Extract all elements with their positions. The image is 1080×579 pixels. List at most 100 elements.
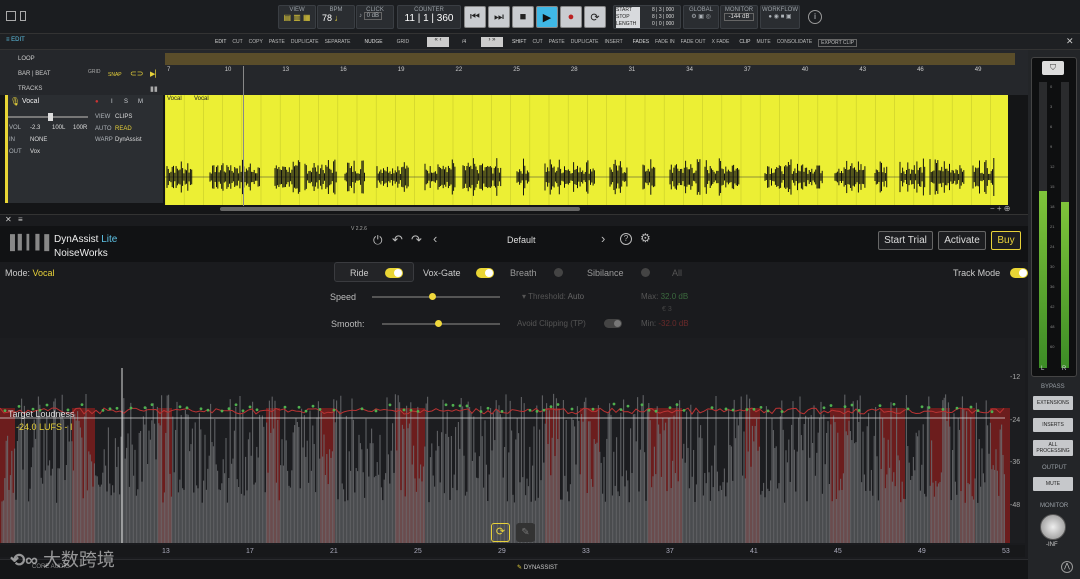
buy-button[interactable]: Buy — [991, 231, 1021, 250]
nudge-right-button[interactable]: › » — [481, 37, 503, 47]
shift-paste-item[interactable]: PASTE — [549, 39, 565, 47]
sync-button[interactable]: ⟳ — [491, 523, 510, 542]
close-edit-icon[interactable]: ✕ — [1066, 36, 1074, 47]
consolidate-item[interactable]: CONSOLIDATE — [777, 39, 812, 47]
out-value[interactable]: Vox — [30, 149, 40, 155]
prev-preset-icon[interactable]: ‹ — [433, 231, 437, 246]
inserts-button[interactable]: INSERTS — [1033, 418, 1073, 432]
sibilance-toggle[interactable] — [641, 268, 650, 277]
plugin-ruler[interactable] — [0, 545, 1025, 557]
plugin-close-icon[interactable]: ✕ — [5, 215, 12, 224]
track-mode-toggle[interactable] — [1010, 268, 1028, 278]
volume-fader[interactable] — [8, 113, 88, 121]
start-trial-button[interactable]: Start Trial — [878, 231, 933, 250]
cut-item[interactable]: CUT — [232, 39, 242, 45]
in-value[interactable]: NONE — [30, 137, 47, 143]
shift-insert-item[interactable]: INSERT — [604, 39, 622, 47]
shift-tools[interactable]: SHIFT CUT PASTE DUPLICATE INSERT FADES F… — [512, 39, 858, 47]
fade-in-item[interactable]: FADE IN — [655, 39, 674, 47]
tab-breath-label[interactable]: Breath — [510, 268, 537, 278]
record-button[interactable]: ● — [560, 6, 582, 28]
link-icon[interactable]: ⊂⊃ — [130, 69, 143, 78]
view-value[interactable]: CLIPS — [115, 114, 132, 120]
click-module[interactable]: CLICK ♪ 0 dB — [356, 5, 394, 29]
all-processing-button[interactable]: ALL PROCESSING — [1033, 440, 1073, 456]
track-header[interactable] — [5, 95, 163, 203]
auto-value[interactable]: READ — [115, 126, 132, 132]
mute-output-button[interactable]: MUTE — [1033, 477, 1073, 491]
tab-all-label[interactable]: All — [672, 268, 682, 278]
target-loudness-value[interactable]: -24.0 LUFS - I — [16, 422, 73, 432]
bar-ruler[interactable]: 7 10 13 16 19 22 25 28 31 34 37 40 43 46 49 — [165, 65, 1015, 83]
bpm-value[interactable]: 78 — [322, 13, 332, 23]
avoid-clipping-toggle[interactable] — [604, 319, 622, 328]
vol-value[interactable]: -2.3 — [30, 125, 40, 131]
threshold-control[interactable]: ▾ Threshold: Auto — [522, 292, 584, 301]
shift-duplicate-item[interactable]: DUPLICATE — [571, 39, 599, 47]
tracks-toggle[interactable]: ▮▮ — [150, 85, 158, 93]
input-button[interactable]: I — [111, 99, 113, 105]
monitor-module[interactable]: MONITOR -144 dB — [720, 5, 758, 29]
export-clip-item[interactable]: EXPORT CLIP — [818, 39, 858, 47]
vox-gate-toggle[interactable] — [476, 268, 494, 278]
undo-icon[interactable]: ↶ — [392, 232, 403, 248]
playhead[interactable] — [243, 66, 244, 206]
power-icon[interactable]: ⏻ — [373, 233, 383, 248]
x-fade-item[interactable]: X FADE — [712, 39, 730, 47]
tab-sibilance-label[interactable]: Sibilance — [587, 268, 624, 278]
help-icon[interactable]: ? — [620, 233, 632, 245]
workflow-module[interactable]: WORKFLOW ● ◉ ■ ▣ — [760, 5, 800, 29]
warp-value[interactable]: DynAssist — [115, 137, 142, 143]
view-module[interactable]: VIEW ▤ ▥ ▦ — [278, 5, 316, 29]
ride-toggle[interactable] — [385, 268, 403, 278]
next-preset-icon[interactable]: › — [601, 231, 605, 246]
pencil-button[interactable]: ✎ — [516, 523, 535, 542]
edit-tools[interactable]: EDIT CUT COPY PASTE DUPLICATE SEPARATE N… — [215, 39, 409, 45]
info-icon[interactable]: i — [808, 10, 822, 24]
activate-button[interactable]: Activate — [938, 231, 986, 250]
counter-module[interactable]: COUNTER 11 | 1 | 360 — [397, 5, 461, 29]
pan-right[interactable]: 100R — [73, 125, 87, 131]
play-button[interactable]: ▶ — [536, 6, 558, 28]
loop-bar[interactable] — [165, 53, 1015, 65]
solo-button[interactable]: S — [124, 99, 128, 105]
min-control[interactable]: Min: -32.0 dB — [641, 319, 689, 328]
mute-item[interactable]: MUTE — [757, 39, 771, 47]
settings-gear-icon[interactable]: ⚙ — [640, 231, 651, 245]
shift-cut-item[interactable]: CUT — [532, 39, 542, 47]
extensions-button[interactable]: EXTENSIONS — [1033, 396, 1073, 410]
edit-tab[interactable]: ≡ EDIT — [6, 37, 25, 43]
preset-name[interactable]: Default — [507, 235, 536, 245]
panel-toggle-icon[interactable] — [6, 11, 16, 21]
tab-vox-gate-label[interactable]: Vox-Gate — [423, 268, 461, 278]
bpm-module[interactable]: BPM 78 ♩ — [317, 5, 355, 29]
mute-button[interactable]: M — [138, 99, 143, 105]
mode-selector[interactable]: Mode: Vocal — [5, 268, 55, 278]
duplicate-item[interactable]: DUPLICATE — [291, 39, 319, 45]
smooth-slider[interactable] — [382, 320, 500, 327]
loudness-graph[interactable] — [0, 338, 1025, 543]
speed-slider[interactable] — [372, 293, 500, 300]
audio-clip[interactable] — [165, 95, 1008, 205]
monitor-knob[interactable] — [1040, 514, 1066, 540]
redo-icon[interactable]: ↷ — [411, 232, 422, 248]
track-name[interactable]: Vocal — [22, 98, 39, 105]
forward-button[interactable]: ⏭ — [488, 6, 510, 28]
loop-button[interactable]: ⟳ — [584, 6, 606, 28]
fade-out-item[interactable]: FADE OUT — [681, 39, 706, 47]
locator-module[interactable]: START STOP LENGTH 8 | 3 | 000 8 | 3 | 00… — [613, 5, 681, 29]
stop-button[interactable]: ■ — [512, 6, 534, 28]
zoom-controls[interactable]: − + ⊕ — [990, 204, 1011, 213]
breath-toggle[interactable] — [554, 268, 563, 277]
layout-toggle-icon[interactable] — [20, 11, 26, 21]
nudge-left-button[interactable]: « ‹ — [427, 37, 449, 47]
snap-label[interactable]: SNAP — [108, 72, 122, 78]
separate-item[interactable]: SEPARATE — [325, 39, 351, 45]
edit-item[interactable]: EDIT — [215, 39, 226, 45]
max-control[interactable]: Max: 32.0 dB — [641, 292, 688, 301]
rewind-button[interactable]: ⏮ — [464, 6, 486, 28]
record-arm-button[interactable]: ● — [95, 99, 99, 105]
dynassist-footer[interactable]: ✎ DYNASSIST — [517, 564, 558, 571]
copy-item[interactable]: COPY — [249, 39, 263, 45]
timeline-scrollbar[interactable] — [220, 207, 580, 211]
